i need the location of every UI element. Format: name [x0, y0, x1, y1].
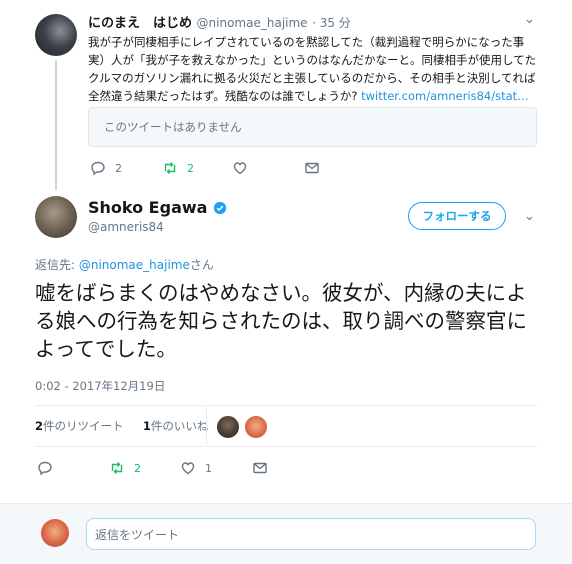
like-count: 1 [205, 461, 212, 475]
reply-to-prefix: 返信先: [35, 258, 79, 272]
chevron-down-icon[interactable]: ⌄ [524, 209, 535, 224]
thread-line [55, 60, 57, 190]
heart-icon [233, 162, 247, 175]
divider [35, 405, 537, 406]
direct-message-button[interactable] [304, 160, 320, 176]
likes-label: 件のいいね [150, 419, 209, 433]
heart-icon [181, 462, 195, 475]
divider [35, 446, 537, 447]
retweets-count: 2 [35, 419, 44, 433]
follow-button[interactable]: フォローする [408, 202, 506, 230]
like-button[interactable]: 1 [180, 460, 212, 476]
reply-author-handle[interactable]: @ninomae_hajime [197, 16, 308, 30]
reply-tweet-text: 我が子が同棲相手にレイプされているのを黙認してた（裁判過程で明らかになった事実）… [88, 33, 538, 105]
reply-author-name[interactable]: にのまえ はじめ [88, 16, 192, 31]
retweet-button[interactable]: 2 [162, 160, 194, 176]
reply-icon [38, 461, 52, 476]
mail-icon [305, 162, 319, 174]
like-button[interactable] [232, 160, 248, 176]
reply-tweet-link[interactable]: twitter.com/amneris84/stat… [361, 89, 529, 103]
likes-stat[interactable]: 1件のいいね [143, 419, 209, 433]
verified-badge-icon [214, 201, 227, 214]
quote-unavailable-text: このツイートはありません [104, 120, 242, 134]
reply-timestamp[interactable]: · 35 分 [312, 16, 351, 30]
reply-count: 2 [115, 161, 122, 175]
chevron-down-icon[interactable]: ⌄ [524, 12, 535, 27]
direct-message-button[interactable] [252, 460, 268, 476]
likes-count: 1 [142, 419, 151, 433]
retweets-label: 件のリツイート [43, 419, 124, 433]
reply-author[interactable]: にのまえ はじめ @ninomae_hajime · 35 分 [88, 12, 351, 31]
retweet-icon [164, 162, 176, 174]
divider [206, 407, 207, 445]
retweet-count: 2 [134, 461, 141, 475]
author-name[interactable]: Shoko Egawa [88, 198, 207, 217]
retweet-icon [111, 462, 123, 474]
reply-to-line: 返信先: @ninomae_hajimeさん [35, 256, 214, 273]
mail-icon [253, 462, 267, 474]
likers-avatars [216, 415, 272, 439]
reply-to-user-link[interactable]: @ninomae_hajime [79, 258, 190, 272]
reply-input[interactable]: 返信をツイート [86, 518, 536, 550]
retweets-stat[interactable]: 2件のリツイート [35, 419, 124, 433]
avatar[interactable] [35, 14, 77, 56]
reply-button[interactable] [37, 460, 53, 476]
retweet-button[interactable]: 2 [109, 460, 141, 476]
retweet-count: 2 [187, 161, 194, 175]
tweet-timestamp[interactable]: 0:02 - 2017年12月19日 [35, 378, 165, 394]
reply-to-suffix: さん [189, 258, 214, 272]
avatar[interactable] [216, 415, 240, 439]
reply-button[interactable]: 2 [90, 160, 122, 176]
tweet-text: 嘘をばらまくのはやめなさい。彼女が、内縁の夫による娘への行為を知らされたのは、取… [35, 281, 527, 361]
avatar[interactable] [244, 415, 268, 439]
author-handle[interactable]: @amneris84 [88, 220, 164, 234]
avatar[interactable] [35, 196, 77, 238]
tweet-stats: 2件のリツイート 1件のいいね [35, 418, 208, 434]
avatar [41, 519, 69, 547]
reply-icon [91, 161, 105, 176]
author-name-row[interactable]: Shoko Egawa [88, 198, 227, 217]
